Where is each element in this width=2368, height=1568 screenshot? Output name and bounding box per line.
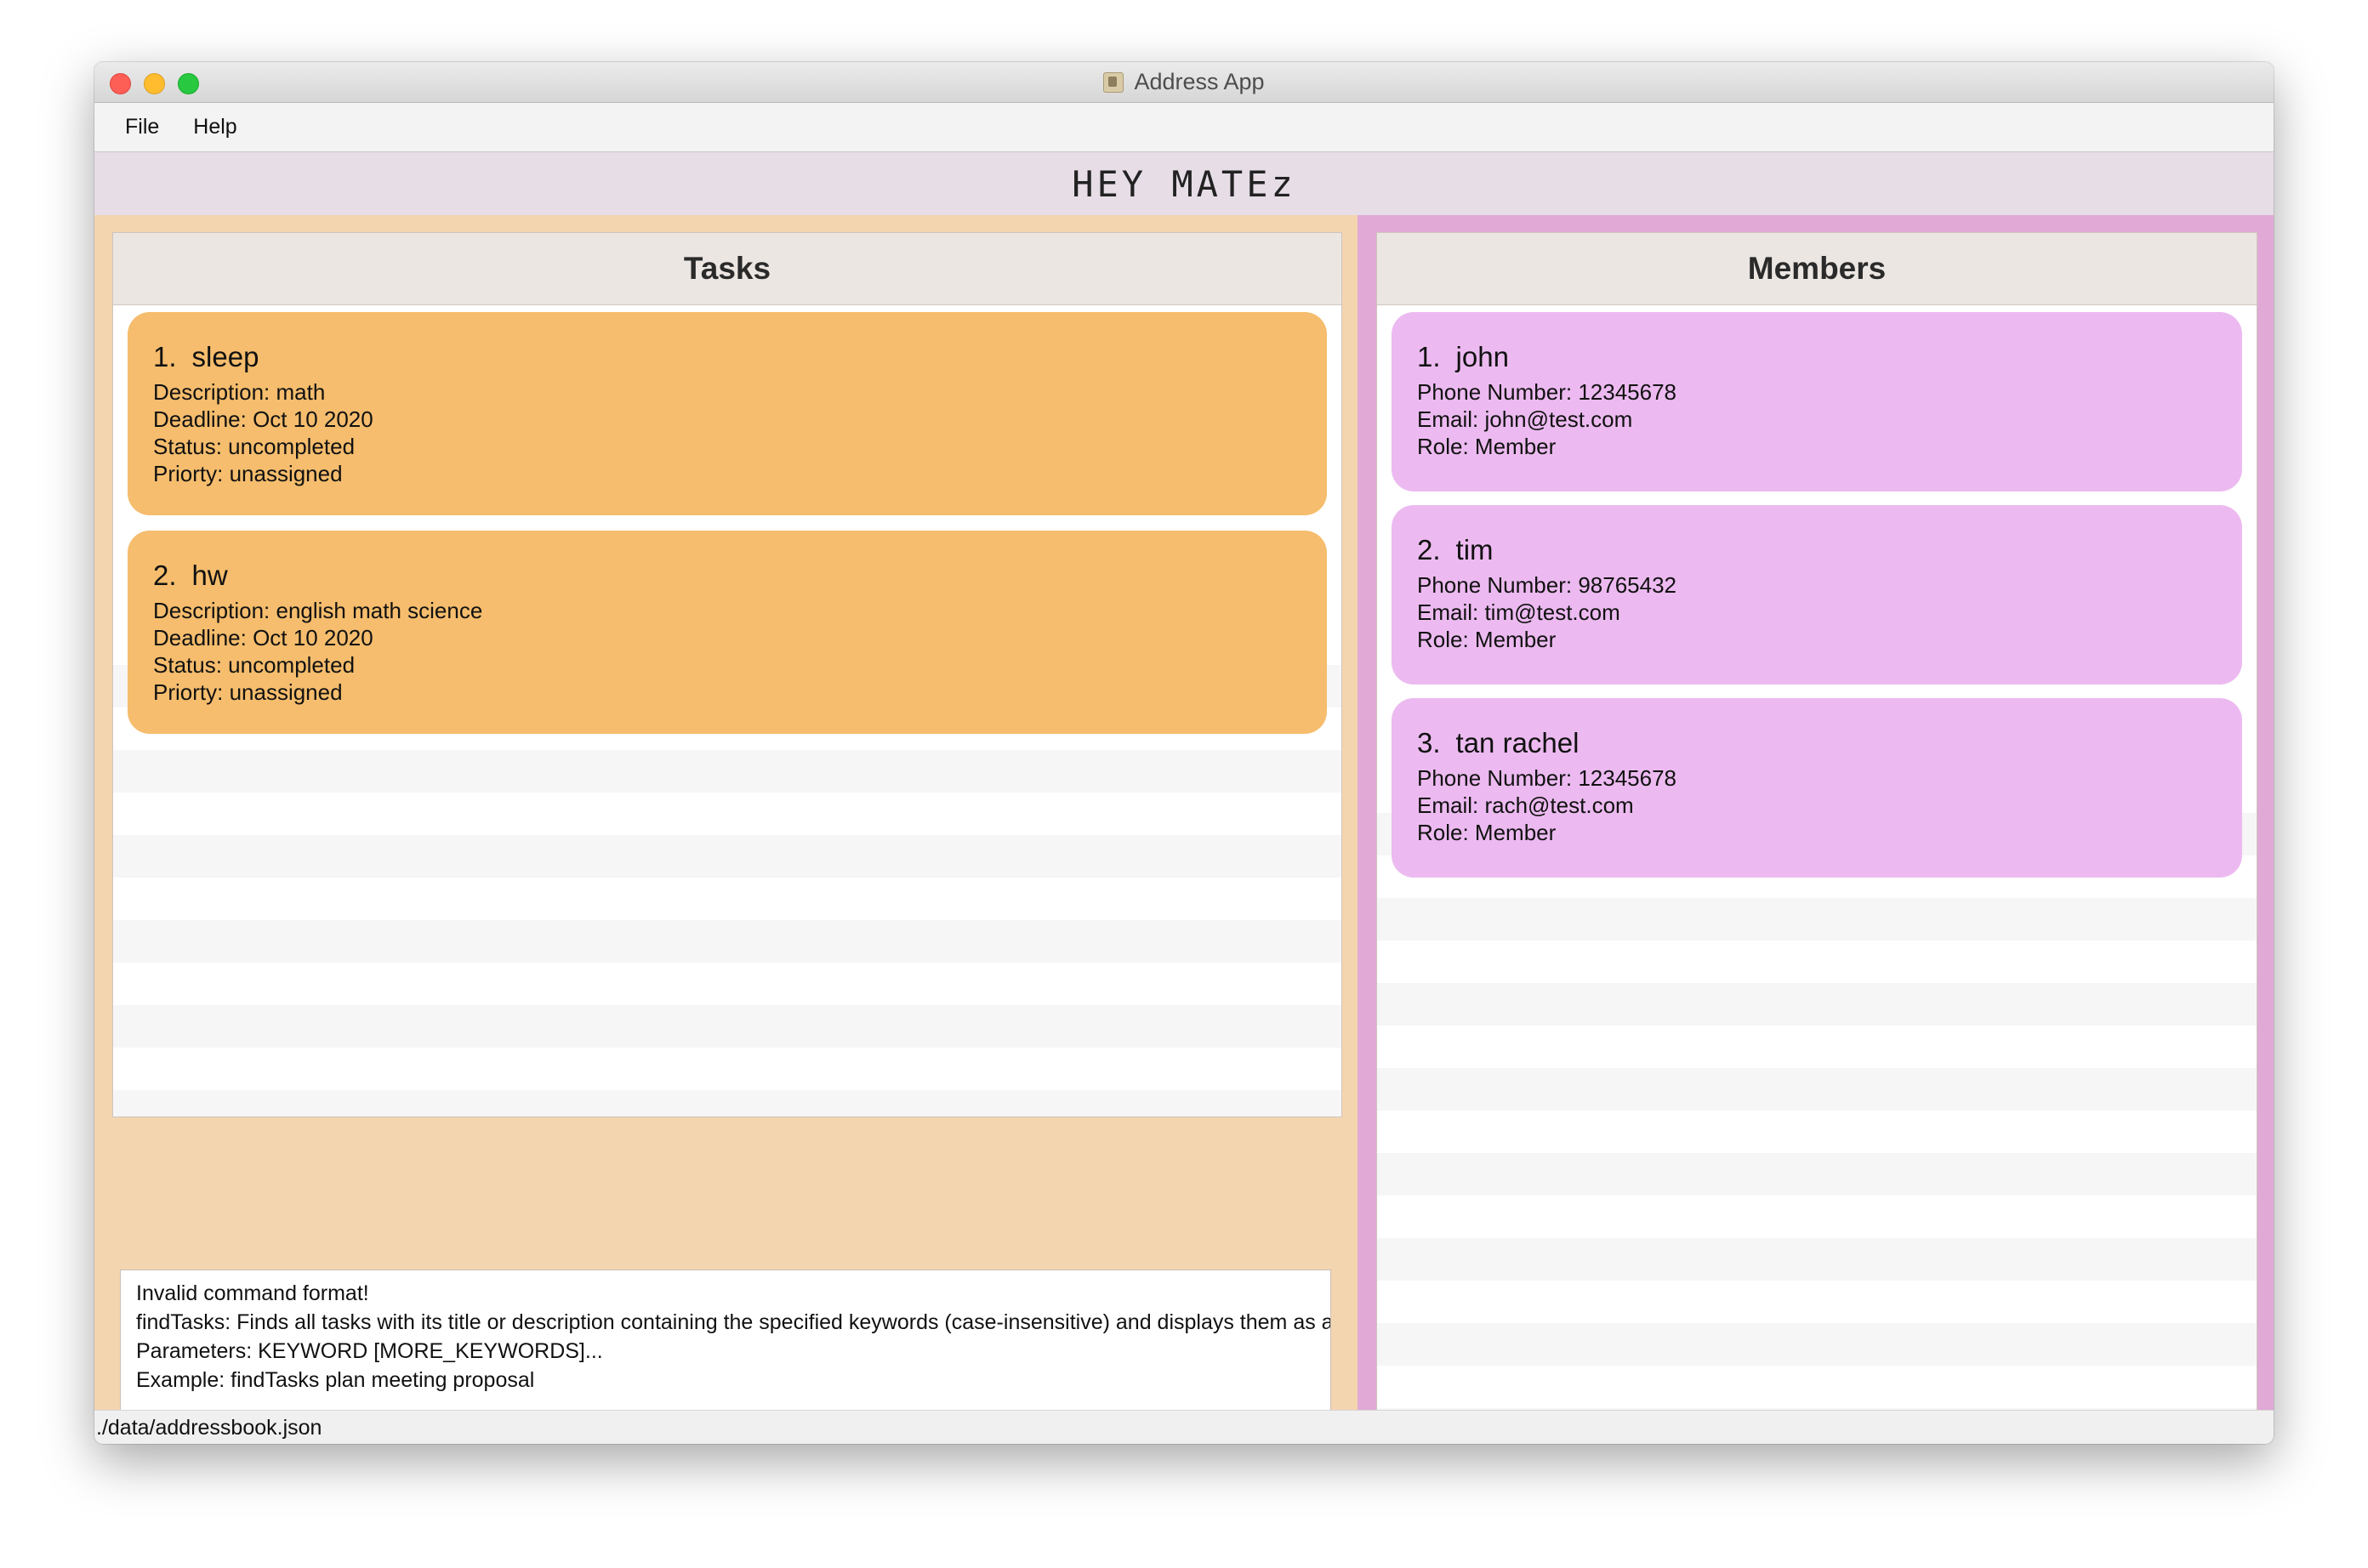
title-bar: Address App	[94, 62, 2274, 103]
member-name: tim	[1455, 534, 1494, 565]
member-card[interactable]: 3. tan rachel Phone Number: 12345678 Emai…	[1392, 698, 2242, 878]
member-phone: Phone Number: 12345678	[1417, 765, 1677, 791]
task-list-heading: Tasks	[113, 233, 1341, 305]
task-title: 1. sleep	[153, 341, 1301, 373]
result-line: Parameters: KEYWORD [MORE_KEYWORDS]...	[136, 1339, 603, 1363]
task-priority: Priorty: unassigned	[153, 461, 343, 486]
member-name: john	[1455, 341, 1509, 372]
task-name: hw	[191, 560, 228, 591]
status-bar: ./data/addressbook.json	[94, 1410, 2274, 1444]
window-title-group: Address App	[94, 62, 2274, 102]
result-line: Invalid command format!	[136, 1281, 369, 1305]
member-index: 1.	[1417, 341, 1441, 372]
member-email: Email: rach@test.com	[1417, 793, 1634, 818]
member-title: 3. tan rachel	[1417, 727, 2217, 759]
task-description: Description: english math science	[153, 598, 483, 623]
member-index: 3.	[1417, 727, 1441, 758]
member-phone: Phone Number: 98765432	[1417, 572, 1677, 598]
task-name: sleep	[191, 341, 259, 372]
task-deadline: Deadline: Oct 10 2020	[153, 625, 373, 650]
member-card[interactable]: 2. tim Phone Number: 98765432 Email: tim@…	[1392, 505, 2242, 685]
member-role: Role: Member	[1417, 627, 1557, 652]
task-status: Status: uncompleted	[153, 434, 356, 459]
task-description: Description: math	[153, 379, 326, 405]
task-card[interactable]: 2. hw Description: english math science D…	[128, 531, 1327, 734]
app-header: HEY MATEz	[94, 152, 2274, 215]
member-list-empty-rows	[1377, 813, 2257, 1417]
app-header-title: HEY MATEz	[1072, 162, 1296, 205]
address-book-icon	[1103, 71, 1124, 93]
app-window: Address App File Help HEY MATEz Tasks 1.…	[94, 62, 2274, 1444]
result-line: findTasks: Finds all tasks with its titl…	[136, 1310, 1330, 1334]
menu-bar: File Help	[94, 103, 2274, 152]
member-email: Email: tim@test.com	[1417, 599, 1620, 625]
task-deadline: Deadline: Oct 10 2020	[153, 406, 373, 432]
member-name: tan rachel	[1455, 727, 1580, 758]
member-card[interactable]: 1. john Phone Number: 12345678 Email: joh…	[1392, 312, 2242, 491]
member-phone: Phone Number: 12345678	[1417, 379, 1677, 405]
window-title: Address App	[1134, 69, 1265, 94]
task-list[interactable]: Tasks 1. sleep Description: math Deadline…	[112, 232, 1342, 1117]
member-role: Role: Member	[1417, 820, 1557, 845]
menu-file[interactable]: File	[108, 115, 176, 139]
member-email: Email: john@test.com	[1417, 406, 1633, 432]
member-list-heading: Members	[1377, 233, 2257, 305]
task-status: Status: uncompleted	[153, 652, 356, 678]
members-panel: Members 1. john Phone Number: 12345678 Em…	[1358, 215, 2274, 1444]
menu-help[interactable]: Help	[176, 115, 253, 139]
task-card[interactable]: 1. sleep Description: math Deadline: Oct …	[128, 312, 1327, 515]
member-title: 2. tim	[1417, 534, 2217, 566]
save-location-path: ./data/addressbook.json	[96, 1415, 322, 1440]
member-index: 2.	[1417, 534, 1441, 565]
member-title: 1. john	[1417, 341, 2217, 373]
member-list[interactable]: Members 1. john Phone Number: 12345678 Em…	[1376, 232, 2257, 1417]
task-priority: Priorty: unassigned	[153, 679, 343, 705]
result-text: Invalid command format! findTasks: Finds …	[136, 1279, 1330, 1395]
task-title: 2. hw	[153, 560, 1301, 592]
task-index: 2.	[153, 560, 177, 591]
member-role: Role: Member	[1417, 434, 1557, 459]
result-line: Example: findTasks plan meeting proposal	[136, 1368, 535, 1392]
task-index: 1.	[153, 341, 177, 372]
tasks-panel: Tasks 1. sleep Description: math Deadline…	[94, 215, 1358, 1444]
